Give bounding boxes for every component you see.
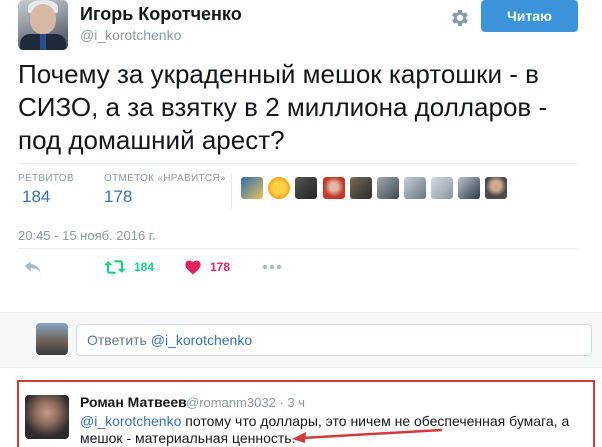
follow-button[interactable]: Читаю [481,0,578,32]
tweet-text: Почему за украденный мешок картошки - в … [18,59,548,155]
liker-avatar[interactable] [350,177,372,199]
reply-author-name[interactable]: Роман Матвеев [80,394,187,410]
reply-prefix: Ответить [87,332,151,348]
reply-button[interactable] [24,256,42,278]
reply-mention: @i_korotchenko [150,332,253,348]
like-action-count: 178 [210,260,231,274]
likes-count[interactable]: 178 [104,187,132,207]
author-name[interactable]: Игорь Коротченко [80,4,242,25]
retweets-count[interactable]: 184 [22,187,50,207]
gear-icon[interactable] [449,7,471,29]
more-button[interactable] [262,256,282,278]
liker-avatar[interactable] [241,177,263,199]
liker-avatar[interactable] [458,177,480,199]
like-button[interactable]: 178 [184,256,230,278]
author-handle[interactable]: @i_korotchenko [80,27,181,43]
reply-icon [24,261,41,273]
liker-avatar[interactable] [431,177,453,199]
reply-text-mention[interactable]: @i_korotchenko [80,413,181,429]
heart-icon [185,260,201,275]
liker-avatar[interactable] [323,177,345,199]
liker-avatar[interactable] [295,177,317,199]
retweet-action-count: 184 [134,260,155,274]
arrow-icon [292,428,443,443]
reply-input[interactable]: Ответить @i_korotchenko [76,324,592,356]
reply-author-handle[interactable]: @romanm3032 · 3 ч [186,395,305,410]
likes-label: ОТМЕТОК «НРАВИТСЯ» [104,173,226,184]
divider [18,163,578,164]
reply-author-avatar[interactable] [25,395,69,439]
current-user-avatar [36,323,68,355]
retweet-icon [104,260,126,274]
liker-avatar[interactable] [268,177,290,199]
author-avatar[interactable] [18,0,68,50]
stats-separator [231,173,232,209]
retweet-button[interactable]: 184 [104,256,154,278]
retweets-label: РЕТВИТОВ [18,173,74,184]
liker-avatar[interactable] [404,177,426,199]
more-icon [262,264,282,270]
liker-avatar[interactable] [485,177,507,199]
divider [18,248,578,249]
liker-avatar[interactable] [377,177,399,199]
tweet-timestamp[interactable]: 20:45 - 15 нояб. 2016 г. [18,228,156,243]
